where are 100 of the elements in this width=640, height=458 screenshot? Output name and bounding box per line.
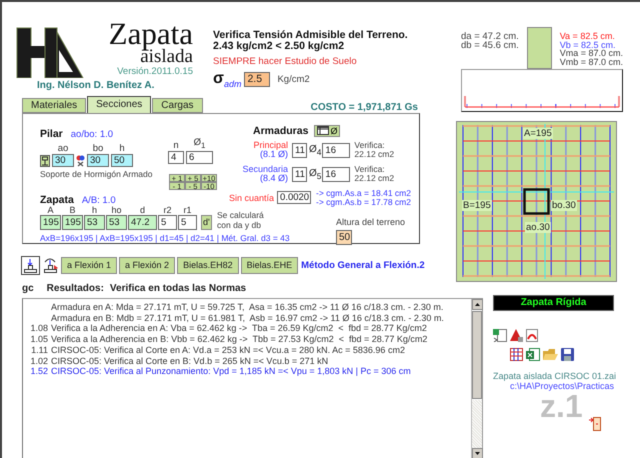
result-line: CIRSOC-05: Verifica al Corte en A: Vd.a = 253 kN =< Vcu.a = 280 kN. Ac = 5836.96 cm2 <box>51 344 405 356</box>
summary-label: AxB=196x195 | AxB=195x195 | d1=45 | d2=41 | Mét. Gral. d3 = 43 <box>40 233 290 243</box>
soil-warning: SIEMPRE hacer Estudio de Suelo <box>213 56 358 67</box>
footing-icon[interactable] <box>21 256 40 275</box>
tab[interactable]: Cargas <box>152 98 203 113</box>
min-ratio-field[interactable]: 0.0020 <box>277 191 312 204</box>
dimension-field[interactable]: 30 <box>52 154 74 167</box>
field-label: n <box>172 140 180 151</box>
dimension-label: A=195 <box>523 128 553 139</box>
unit-label: Kg/cm2 <box>277 74 310 86</box>
scroll-down-button[interactable] <box>472 448 483 458</box>
swap-icon[interactable] <box>76 156 84 167</box>
diameter-symbol: Ø$_{4}$ <box>309 144 322 156</box>
table-icon <box>317 126 330 135</box>
field-label: d <box>138 205 146 215</box>
tab[interactable]: Secciones <box>87 96 152 113</box>
dimension-field[interactable]: 47.2 <box>128 215 157 230</box>
factor-label: 1.08 <box>29 323 49 334</box>
scrollbar[interactable] <box>471 299 482 458</box>
action-button[interactable]: Bielas.EHE <box>240 257 298 274</box>
dimension-field[interactable]: 53 <box>106 215 127 230</box>
dimension-field[interactable]: 195 <box>40 215 61 230</box>
spreadsheet-icon[interactable] <box>526 348 540 361</box>
column-icon[interactable] <box>40 155 50 167</box>
result-line: CIRSOC-05: Verifica al Corte en B: Vd.b = 265 kN =< Vcu.b = 271 kN <box>51 356 328 366</box>
rebar-detail: (8.4 Ø) <box>258 174 288 184</box>
sigma-symbol: σ$_{adm}$ <box>213 70 242 90</box>
tab[interactable]: Materiales <box>22 98 86 113</box>
count-field[interactable]: 11 <box>292 166 307 182</box>
dimension-label: Va = 82.5 cm. <box>560 32 616 40</box>
bar-field[interactable]: 6 <box>186 150 213 164</box>
dimension-label: Vma = 87.0 cm. <box>560 49 623 58</box>
dimension-field[interactable]: 195 <box>62 215 83 230</box>
diameter-field[interactable]: 16 <box>322 142 350 158</box>
action-button[interactable]: a Flexión 1 <box>61 257 118 274</box>
reinforcement-button[interactable]: Ø <box>314 124 340 136</box>
version-label: Versión.2011.0.15 <box>116 66 193 77</box>
dimension-label: ao.30 <box>525 222 551 233</box>
dimension-field[interactable]: 5 <box>178 215 197 230</box>
column-drawing <box>526 27 552 69</box>
dimension-label: Vmb = 87.0 cm. <box>560 58 623 66</box>
exit-icon[interactable] <box>589 417 601 431</box>
dimension-field[interactable]: 53 <box>84 215 105 230</box>
field-label: Ø$_{1}$ <box>192 137 206 151</box>
field-label: ho <box>110 205 122 215</box>
result-line: CIRSOC-05: Verifica al Punzonamiento: Vpd = 1,185 kN =< Vpu = 1,803 kN | Pc = 306 cm <box>51 366 411 377</box>
footing-load-icon[interactable] <box>44 258 58 273</box>
pdf-icon[interactable] <box>526 329 538 342</box>
result-line: Armadura en A: Mda = 27.171 mT, U = 59.725 T, Asa = 16.35 cm2 -> 11 Ø 16 c/18.3 cm. - 2.30 m. <box>51 302 444 313</box>
min-ratio-label: Sin cuantía <box>229 192 274 202</box>
export-icon[interactable] <box>493 329 507 342</box>
terrain-label: Altura del terreno <box>336 217 405 227</box>
rebar-label: Principal <box>252 140 288 150</box>
scroll-thumb[interactable] <box>472 311 482 399</box>
dimension-label: Vb = 82.5 cm. <box>560 40 616 49</box>
field-label: r2 <box>162 205 172 215</box>
section-title: Pilar <box>40 128 63 140</box>
dimension-field[interactable]: 5 <box>158 215 177 230</box>
verification-label: Verifica: 22.12 cm2 <box>354 140 394 160</box>
depth-button[interactable]: d' <box>201 215 212 230</box>
save-icon[interactable] <box>561 348 574 361</box>
field-label: h <box>90 205 98 215</box>
column-type-label: Soporte de Hormigón Armado <box>40 169 154 179</box>
app-subtitle: aislada <box>140 48 193 66</box>
count-field[interactable]: 11 <box>292 142 307 158</box>
dimension-label: B=195 <box>462 200 492 211</box>
column-outline <box>523 188 550 215</box>
file-name: Zapata aislada CIRSOC 01.zai <box>493 371 614 381</box>
field-label: bo <box>92 143 104 154</box>
ratio-label: A/B: 1.0 <box>82 195 116 206</box>
dimension-label: bo.30 <box>551 200 577 211</box>
dimension-field[interactable]: 30 <box>87 154 109 167</box>
zone-label: z.1 <box>540 391 583 421</box>
factor-label: 1.05 <box>29 334 49 345</box>
scroll-up-button[interactable] <box>472 299 483 310</box>
result-line: Verifica a la Adherencia en B: Vbb = 62.462 kg -> Tbb = 27.53 Kg/cm2 < fbd = 28.77 Kg/cm2 <box>51 334 428 345</box>
results-title: Resultados: <box>46 283 104 296</box>
depth-label: da = 47.2 cm. <box>461 32 520 41</box>
result-line: Verifica a la Adherencia en A: Vba = 62.462 kg -> Tba = 26.59 Kg/cm2 < fbd = 28.77 Kg/cm2 <box>51 323 427 334</box>
action-button[interactable]: a Flexión 2 <box>119 257 176 274</box>
bar-field[interactable]: 4 <box>168 150 184 164</box>
terrain-height-field[interactable]: 50 <box>336 230 352 245</box>
results-subtitle: Verifica en todas las Normas <box>110 283 246 296</box>
factor-label: 1.11 <box>30 344 49 356</box>
table-icon[interactable] <box>510 348 523 361</box>
method-label: Método General a Flexión.2 <box>301 260 425 271</box>
ratio-label: ao/bo: 1.0 <box>70 129 114 140</box>
action-button[interactable]: Bielas.EH82 <box>177 257 239 274</box>
factor-label: 1.52 <box>29 366 49 377</box>
field-label: ao <box>56 143 70 154</box>
result-label: -> cgm.As.b = 17.78 cm2 <box>316 198 411 206</box>
dimension-field[interactable]: 50 <box>111 154 133 167</box>
triangle-icon[interactable] <box>510 329 523 342</box>
allowable-stress-field[interactable]: 2.5 <box>244 72 270 88</box>
field-label: r1 <box>182 205 192 215</box>
section-title: Zapata <box>40 194 74 206</box>
calculation-note: Se calculará con da y db <box>217 211 264 230</box>
diameter-field[interactable]: 16 <box>322 166 350 182</box>
author-label: Ing. Nélson D. Benítez A. <box>37 80 156 91</box>
soil-check-title: Verifica Tensión Admisible del Terreno. <box>213 30 409 41</box>
